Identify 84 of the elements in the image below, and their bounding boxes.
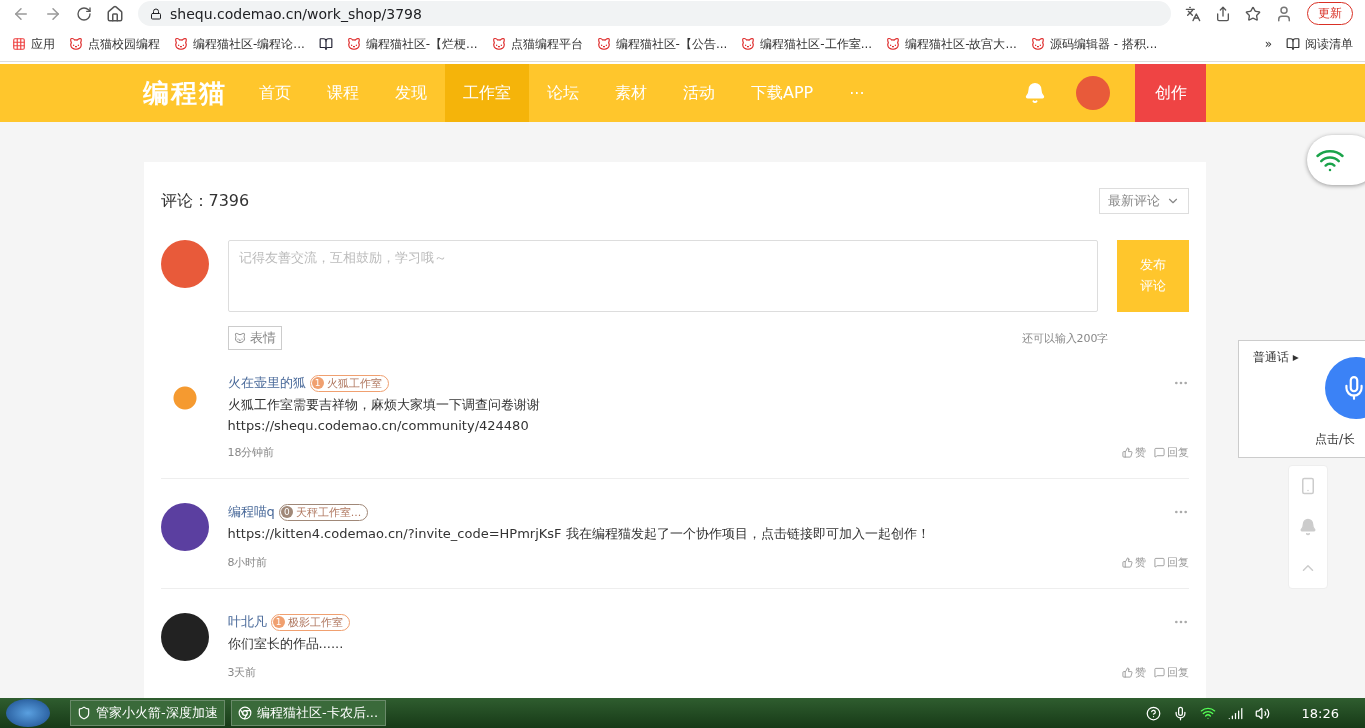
thumbs-up-icon: [1121, 557, 1133, 568]
cat-icon: [1030, 37, 1045, 51]
mic-icon[interactable]: [1172, 705, 1188, 721]
cat-icon: [346, 37, 361, 51]
bookmark-icon: [318, 37, 333, 51]
level-badge: 1: [311, 377, 324, 389]
user-avatar[interactable]: [1076, 76, 1110, 110]
wifi-icon[interactable]: [1199, 705, 1216, 721]
emoji-button[interactable]: 表情: [227, 326, 282, 350]
shield-icon: [77, 706, 91, 720]
bookmark[interactable]: 点猫编程平台: [491, 35, 583, 53]
taskbar-button[interactable]: 编程猫社区-卡农后...: [231, 700, 386, 726]
cat-icon: [491, 37, 506, 51]
home-icon[interactable]: [106, 4, 124, 23]
share-icon[interactable]: [1215, 5, 1231, 22]
comment-time: 3天前: [227, 665, 257, 680]
star-icon[interactable]: [1245, 5, 1261, 22]
cat-icon: [174, 37, 188, 51]
list-icon: [1286, 37, 1300, 51]
reply-link[interactable]: 回复: [1153, 445, 1189, 460]
profile-icon[interactable]: [1275, 4, 1293, 23]
bookmark[interactable]: [318, 37, 333, 51]
reading-list-link[interactable]: 阅读清单: [1286, 35, 1353, 53]
avatar: [160, 503, 209, 551]
like-link[interactable]: 赞: [1121, 445, 1146, 460]
apps-icon: [12, 37, 26, 51]
message-icon: [1153, 447, 1165, 458]
address-bar[interactable]: shequ.codemao.cn/work_shop/3798: [138, 1, 1171, 26]
level-badge: 1: [272, 616, 285, 628]
level-badge: 0: [280, 506, 293, 518]
comment-time: 18分钟前: [227, 445, 275, 460]
avatar: [160, 613, 209, 661]
url-text: shequ.codemao.cn/work_shop/3798: [170, 5, 422, 22]
sort-dropdown[interactable]: 最新评论: [1098, 188, 1189, 214]
message-icon: [1153, 667, 1165, 678]
help-icon[interactable]: [1145, 705, 1161, 721]
network-widget[interactable]: [1307, 135, 1365, 185]
cat-icon: [233, 332, 246, 344]
bookmark[interactable]: 编程猫社区-【烂梗...: [346, 35, 478, 53]
thumbs-up-icon: [1121, 667, 1133, 678]
user-avatar: [160, 240, 209, 288]
bookmark[interactable]: 编程猫社区-故宫大...: [886, 35, 1017, 53]
author-name[interactable]: 火在壶里的狐: [227, 374, 306, 392]
translate-icon[interactable]: [1185, 5, 1201, 22]
reply-link[interactable]: 回复: [1153, 665, 1189, 680]
lock-icon: [150, 7, 162, 20]
browser-icon: [238, 706, 252, 720]
bookmark[interactable]: 编程猫社区-【公告...: [596, 35, 728, 53]
signal-icon[interactable]: [1227, 705, 1243, 721]
update-button[interactable]: 更新: [1307, 2, 1353, 25]
more-bookmarks[interactable]: »: [1264, 37, 1272, 51]
reload-icon[interactable]: [76, 5, 92, 22]
comment-text: https://shequ.codemao.cn/community/424480: [227, 418, 530, 433]
comment-text: 你们室长的作品......: [227, 635, 345, 653]
taskbar-button[interactable]: 管家小火箭-深度加速: [70, 700, 225, 726]
like-link[interactable]: 赞: [1121, 555, 1146, 570]
reply-link[interactable]: 回复: [1153, 555, 1189, 570]
cat-icon: [69, 37, 83, 51]
language-label[interactable]: 普通话: [1253, 350, 1289, 364]
char-limit: 还可以输入200字: [1021, 330, 1109, 346]
apps-link[interactable]: 应用: [12, 35, 55, 53]
comment-text: 火狐工作室需要吉祥物，麻烦大家填一下调查问卷谢谢: [227, 396, 541, 414]
cat-icon: [886, 37, 901, 51]
thumbs-up-icon: [1121, 447, 1133, 458]
volume-icon[interactable]: [1254, 705, 1270, 721]
bookmark[interactable]: 源码编辑器 - 搭积...: [1030, 35, 1158, 53]
create-button[interactable]: 创作: [1135, 64, 1206, 122]
cat-icon: [596, 37, 611, 51]
like-link[interactable]: 赞: [1121, 665, 1146, 680]
message-icon: [1153, 557, 1165, 568]
comment-count: 评论：7396: [160, 190, 250, 212]
comment-input[interactable]: 记得友善交流，互相鼓励，学习哦～: [227, 240, 1098, 312]
clock[interactable]: 18:26: [1301, 705, 1339, 721]
comment-text: https://kitten4.codemao.cn/?invite_code=HPmrjKsF 我在编程猫发起了一个协作项目，点击链接即可加入一起创作！: [227, 525, 931, 543]
start-button[interactable]: [6, 699, 50, 727]
author-name[interactable]: 编程喵q: [227, 503, 275, 521]
bookmark[interactable]: 点猫校园编程: [69, 35, 160, 53]
bookmark[interactable]: 编程猫社区-编程论...: [174, 35, 305, 53]
bookmark[interactable]: 编程猫社区-工作室...: [741, 35, 873, 53]
cat-icon: [741, 37, 756, 51]
voice-hint: 点击/长: [1315, 431, 1356, 448]
arrow-glyph[interactable]: ▸: [1292, 350, 1299, 364]
author-name[interactable]: 叶北凡: [227, 613, 267, 631]
comment-time: 8小时前: [227, 555, 268, 570]
